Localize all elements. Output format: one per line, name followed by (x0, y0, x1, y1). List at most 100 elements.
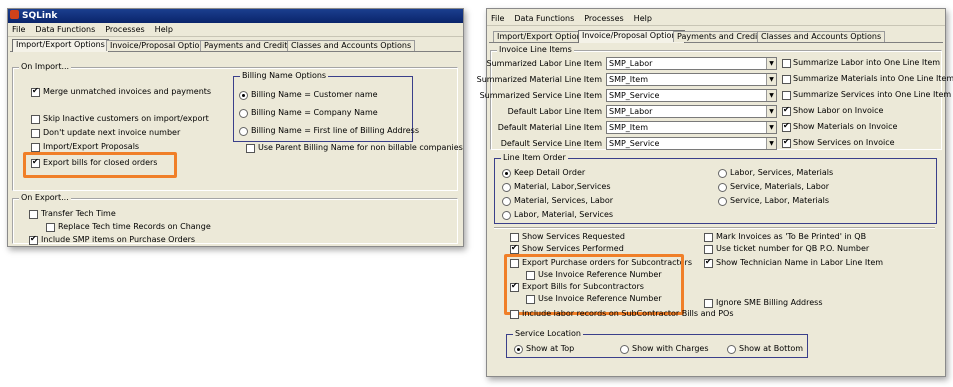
summarize-services-checkbox[interactable] (782, 91, 791, 100)
order-material-labor-services-label: Material, Labor,Services (514, 182, 611, 191)
row-label: Summarized Labor Line Item (486, 59, 602, 68)
tab-import-export[interactable]: Import/Export Options (493, 31, 590, 42)
chevron-down-icon[interactable]: ▼ (766, 74, 776, 85)
menu-processes[interactable]: Processes (105, 25, 144, 34)
order-material-services-labor-label: Material, Services, Labor (514, 196, 614, 205)
tab-classes-accounts[interactable]: Classes and Accounts Options (287, 40, 416, 51)
show-tech-name-label: Show Technician Name in Labor Line Item (716, 258, 884, 267)
dont-update-label: Don't update next invoice number (43, 128, 181, 137)
row-label: Summarized Service Line Item (479, 91, 602, 100)
summarized-service-combo[interactable]: SMP_Service ▼ (606, 89, 777, 102)
location-top-label: Show at Top (526, 344, 575, 353)
show-tech-name-checkbox[interactable] (704, 257, 713, 268)
parent-billing-checkbox[interactable] (246, 144, 255, 153)
group-label: Invoice Line Items (497, 45, 574, 54)
row-label: Default Service Line Item (500, 139, 602, 148)
chevron-down-icon[interactable]: ▼ (766, 58, 776, 69)
include-labor-label: Include labor records on SubContractor B… (522, 309, 734, 318)
order-labor-services-materials-radio[interactable] (718, 169, 727, 178)
chevron-down-icon[interactable]: ▼ (766, 122, 776, 133)
menu-help[interactable]: Help (634, 14, 652, 23)
tab-import-export[interactable]: Import/Export Options (12, 39, 109, 52)
skip-inactive-checkbox[interactable] (31, 115, 40, 124)
show-services-performed-checkbox[interactable] (510, 243, 519, 254)
order-labor-material-services-radio[interactable] (502, 211, 511, 220)
summarize-materials-checkbox[interactable] (782, 75, 791, 84)
group-label: On Import... (19, 62, 72, 71)
divider (494, 227, 935, 229)
show-services-requested-checkbox[interactable] (510, 233, 519, 242)
menu-help[interactable]: Help (155, 25, 173, 34)
billing-first-line-label: Billing Name = First line of Billing Add… (251, 126, 420, 135)
chevron-down-icon[interactable]: ▼ (766, 90, 776, 101)
billing-customer-label: Billing Name = Customer name (251, 90, 378, 99)
tab-invoice-proposal[interactable]: Invoice/Proposal Options (578, 30, 685, 43)
summarize-materials-label: Summarize Materials into One Line Item (793, 74, 953, 83)
tab-payments-credits[interactable]: Payments and Credits (673, 31, 769, 42)
summarize-labor-label: Summarize Labor into One Line Item (793, 58, 941, 67)
order-service-labor-materials-radio[interactable] (718, 197, 727, 206)
default-material-combo[interactable]: SMP_Item ▼ (606, 121, 777, 134)
row-label: Summarized Material Line Item (476, 75, 602, 84)
import-export-proposals-checkbox[interactable] (31, 143, 40, 152)
dont-update-checkbox[interactable] (31, 129, 40, 138)
chevron-down-icon[interactable]: ▼ (766, 138, 776, 149)
summarize-labor-checkbox[interactable] (782, 59, 791, 68)
order-labor-services-materials-label: Labor, Services, Materials (730, 168, 834, 177)
location-bottom-radio[interactable] (727, 345, 736, 354)
menu-data-functions[interactable]: Data Functions (35, 25, 95, 34)
menu-processes[interactable]: Processes (584, 14, 623, 23)
tab-classes-accounts[interactable]: Classes and Accounts Options (757, 31, 886, 42)
import-export-proposals-label: Import/Export Proposals (43, 142, 140, 151)
billing-customer-radio[interactable] (239, 91, 248, 100)
combo-value: SMP_Service (609, 91, 660, 100)
location-charges-radio[interactable] (620, 345, 629, 354)
replace-tech-checkbox[interactable] (46, 223, 55, 232)
chevron-down-icon[interactable]: ▼ (766, 106, 776, 117)
merge-checkbox[interactable] (31, 86, 40, 97)
order-labor-material-services-label: Labor, Material, Services (514, 210, 614, 219)
show-services-requested-label: Show Services Requested (522, 232, 625, 241)
app-icon (10, 10, 19, 19)
include-smp-checkbox[interactable] (29, 234, 38, 245)
menu-bar: File Data Functions Processes Help (8, 24, 463, 37)
summarized-labor-combo[interactable]: SMP_Labor ▼ (606, 57, 777, 70)
show-labor-checkbox[interactable] (782, 105, 791, 116)
order-material-services-labor-radio[interactable] (502, 197, 511, 206)
show-services-label: Show Services on Invoice (793, 138, 895, 147)
menu-data-functions[interactable]: Data Functions (514, 14, 574, 23)
default-labor-combo[interactable]: SMP_Labor ▼ (606, 105, 777, 118)
group-label: Billing Name Options (240, 71, 329, 80)
merge-label: Merge unmatched invoices and payments (43, 87, 212, 96)
row-label: Default Material Line Item (497, 123, 602, 132)
default-service-combo[interactable]: SMP_Service ▼ (606, 137, 777, 150)
mark-invoices-label: Mark Invoices as 'To Be Printed' in QB (716, 232, 867, 241)
billing-company-radio[interactable] (239, 109, 248, 118)
menu-bar: File Data Functions Processes Help (487, 13, 945, 26)
menu-file[interactable]: File (491, 14, 504, 23)
transfer-tech-checkbox[interactable] (29, 210, 38, 219)
order-keep-detail-radio[interactable] (502, 169, 511, 178)
billing-first-line-radio[interactable] (239, 127, 248, 136)
ignore-sme-checkbox[interactable] (704, 299, 713, 308)
order-service-materials-labor-radio[interactable] (718, 183, 727, 192)
show-labor-label: Show Labor on Invoice (793, 106, 884, 115)
tab-payments-credits[interactable]: Payments and Credits (200, 40, 296, 51)
order-material-labor-services-radio[interactable] (502, 183, 511, 192)
summarized-material-combo[interactable]: SMP_Item ▼ (606, 73, 777, 86)
include-labor-checkbox[interactable] (510, 310, 519, 319)
left-window: SQLink File Data Functions Processes Help I… (7, 8, 464, 247)
combo-value: SMP_Service (609, 139, 660, 148)
use-ticket-checkbox[interactable] (704, 245, 713, 254)
billing-company-label: Billing Name = Company Name (251, 108, 378, 117)
mark-invoices-checkbox[interactable] (704, 233, 713, 242)
show-materials-checkbox[interactable] (782, 121, 791, 132)
location-top-radio[interactable] (514, 345, 523, 354)
transfer-tech-label: Transfer Tech Time (41, 209, 116, 218)
tab-strip: Import/Export Options Invoice/Proposal O… (10, 39, 461, 52)
tab-invoice-proposal[interactable]: Invoice/Proposal Options (106, 40, 213, 51)
location-charges-label: Show with Charges (632, 344, 709, 353)
menu-file[interactable]: File (12, 25, 25, 34)
show-services-checkbox[interactable] (782, 137, 791, 148)
highlight-box (23, 152, 177, 178)
